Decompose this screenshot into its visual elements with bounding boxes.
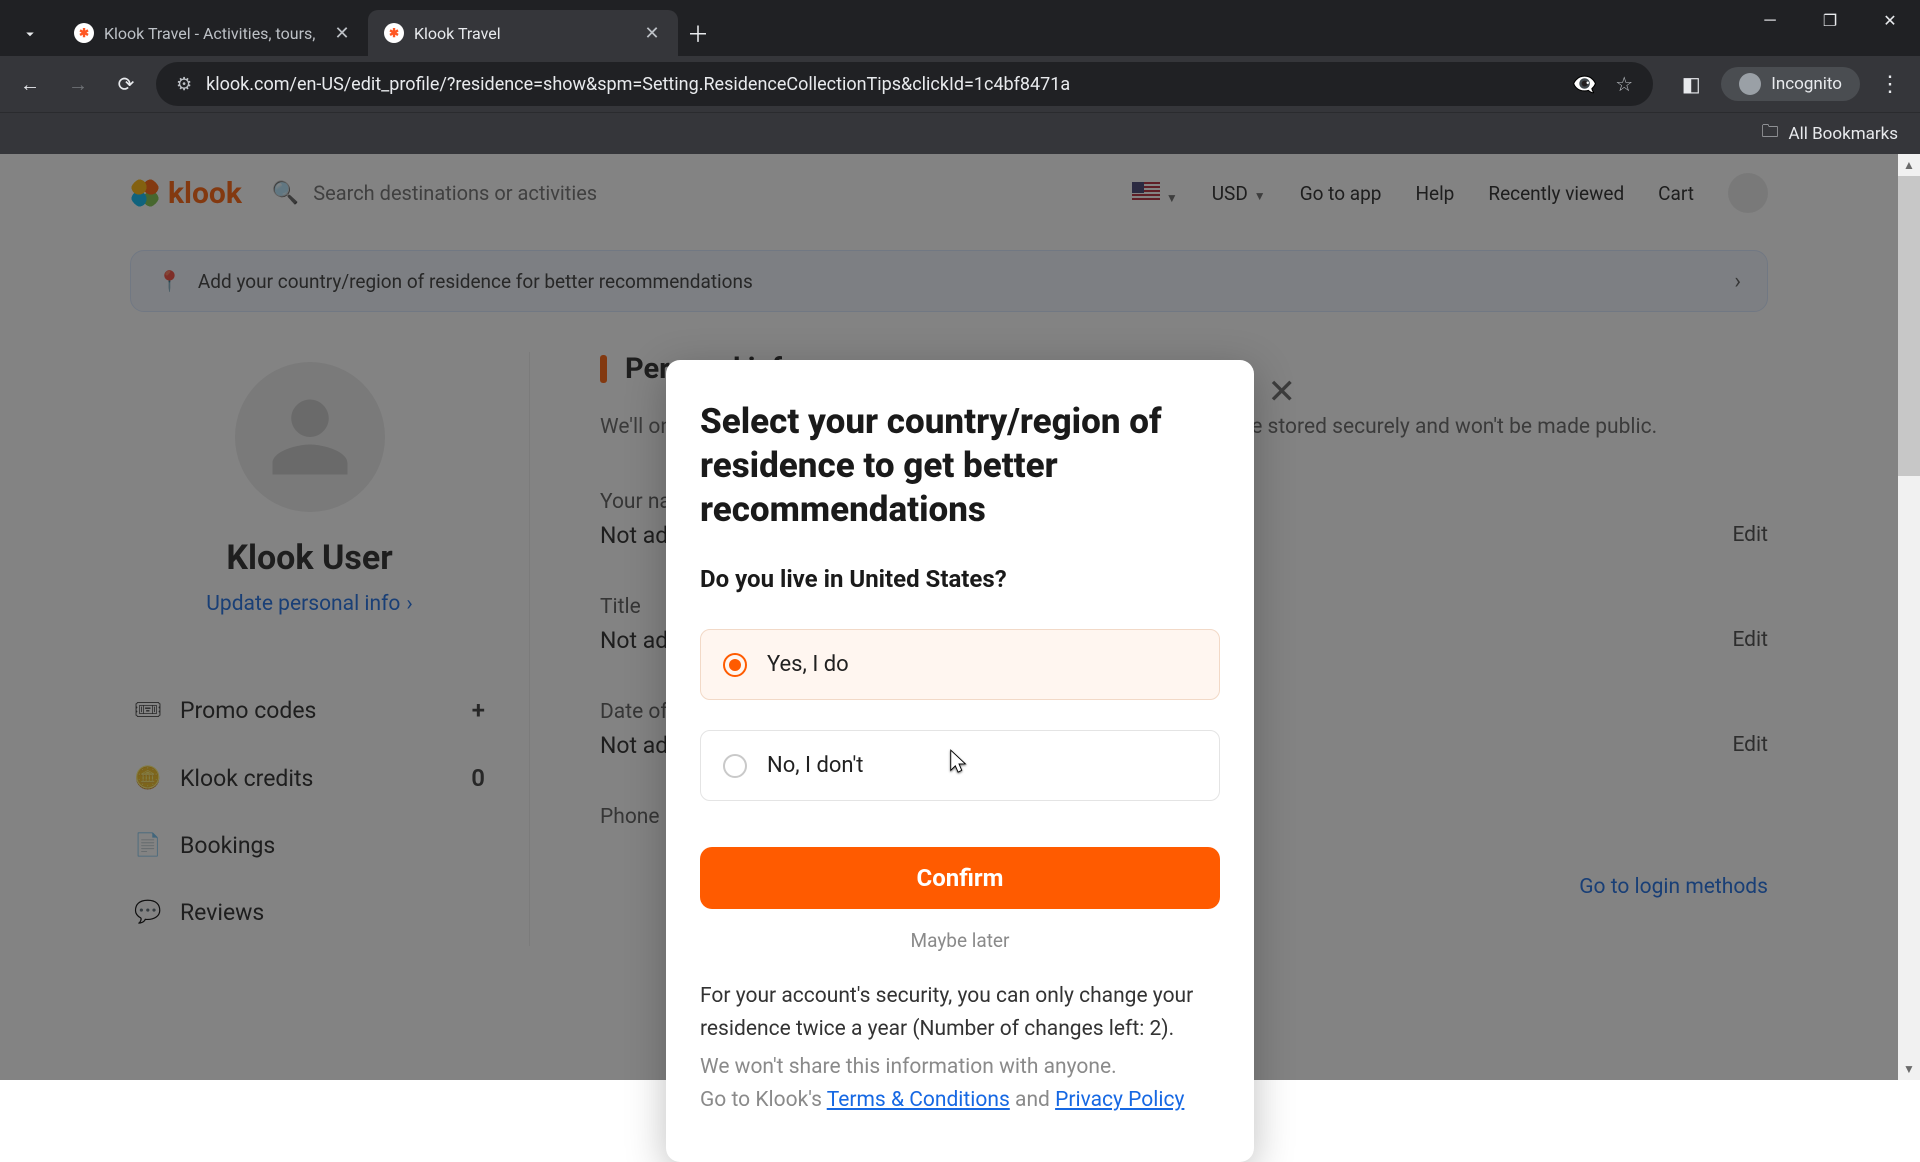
modal-disclaimer: For your account's security, you can onl…: [700, 980, 1220, 1116]
browser-tab-active[interactable]: ✱ Klook Travel ✕: [368, 10, 678, 56]
terms-link[interactable]: Terms & Conditions: [827, 1088, 1010, 1112]
option-yes[interactable]: Yes, I do: [700, 629, 1220, 700]
scrollbar-down-arrow-icon[interactable]: ▼: [1898, 1058, 1920, 1080]
side-panel-icon[interactable]: ◧: [1673, 66, 1709, 102]
page-viewport: klook 🔍 Search destinations or activitie…: [0, 154, 1920, 1080]
residence-modal: ✕ Select your country/region of residenc…: [666, 360, 1254, 1162]
nav-forward-button[interactable]: →: [60, 66, 96, 102]
browser-menu-button[interactable]: ⋮: [1872, 72, 1908, 97]
bookmark-star-icon[interactable]: ☆: [1615, 72, 1633, 96]
nav-back-button[interactable]: ←: [12, 66, 48, 102]
vertical-scrollbar[interactable]: ▲ ▼: [1898, 154, 1920, 1080]
tab-search-dropdown[interactable]: [12, 16, 48, 52]
option-label: No, I don't: [767, 753, 864, 778]
address-bar[interactable]: ⚙ klook.com/en-US/edit_profile/?residenc…: [156, 62, 1653, 106]
modal-question: Do you live in United States?: [700, 565, 1220, 593]
incognito-chip[interactable]: Incognito: [1721, 67, 1860, 101]
browser-tab-inactive[interactable]: ✱ Klook Travel - Activities, tours, ✕: [58, 10, 368, 56]
new-tab-button[interactable]: ＋: [678, 13, 718, 53]
tab-close-icon[interactable]: ✕: [332, 23, 352, 44]
option-no[interactable]: No, I don't: [700, 730, 1220, 801]
disclaimer-security-text: For your account's security, you can onl…: [700, 980, 1220, 1045]
window-maximize-button[interactable]: ❐: [1800, 0, 1860, 40]
window-close-button[interactable]: ✕: [1860, 0, 1920, 40]
scrollbar-thumb[interactable]: [1898, 176, 1920, 476]
folder-icon: 🗀: [1762, 119, 1779, 148]
maybe-later-button[interactable]: Maybe later: [700, 929, 1220, 952]
bookmarks-bar: 🗀 All Bookmarks: [0, 112, 1920, 154]
site-info-icon[interactable]: ⚙: [176, 74, 192, 95]
tab-close-icon[interactable]: ✕: [642, 23, 662, 44]
option-label: Yes, I do: [767, 652, 849, 677]
nav-reload-button[interactable]: ⟳: [108, 66, 144, 102]
radio-unselected-icon: [723, 754, 747, 778]
tab-title: Klook Travel: [414, 24, 632, 43]
privacy-link[interactable]: Privacy Policy: [1055, 1088, 1184, 1112]
window-minimize-button[interactable]: ─: [1740, 0, 1800, 40]
incognito-label: Incognito: [1771, 74, 1842, 94]
window-controls: ─ ❐ ✕: [1740, 0, 1920, 40]
eye-off-icon[interactable]: 👁‍🗨: [1572, 72, 1597, 96]
disclaimer-privacy-text: We won't share this information with any…: [700, 1051, 1220, 1116]
all-bookmarks-button[interactable]: All Bookmarks: [1789, 124, 1898, 144]
scrollbar-up-arrow-icon[interactable]: ▲: [1898, 154, 1920, 176]
modal-close-button[interactable]: ✕: [1268, 372, 1297, 412]
favicon-icon: ✱: [74, 23, 94, 43]
browser-toolbar: ← → ⟳ ⚙ klook.com/en-US/edit_profile/?re…: [0, 56, 1920, 112]
tab-title: Klook Travel - Activities, tours,: [104, 24, 322, 43]
tab-strip: ✱ Klook Travel - Activities, tours, ✕ ✱ …: [0, 0, 1920, 56]
incognito-icon: [1739, 73, 1761, 95]
confirm-button[interactable]: Confirm: [700, 847, 1220, 909]
url-text: klook.com/en-US/edit_profile/?residence=…: [206, 74, 1558, 95]
modal-title: Select your country/region of residence …: [700, 400, 1220, 531]
favicon-icon: ✱: [384, 23, 404, 43]
radio-selected-icon: [723, 653, 747, 677]
modal-options: Yes, I do No, I don't: [700, 629, 1220, 801]
browser-chrome: ✱ Klook Travel - Activities, tours, ✕ ✱ …: [0, 0, 1920, 154]
